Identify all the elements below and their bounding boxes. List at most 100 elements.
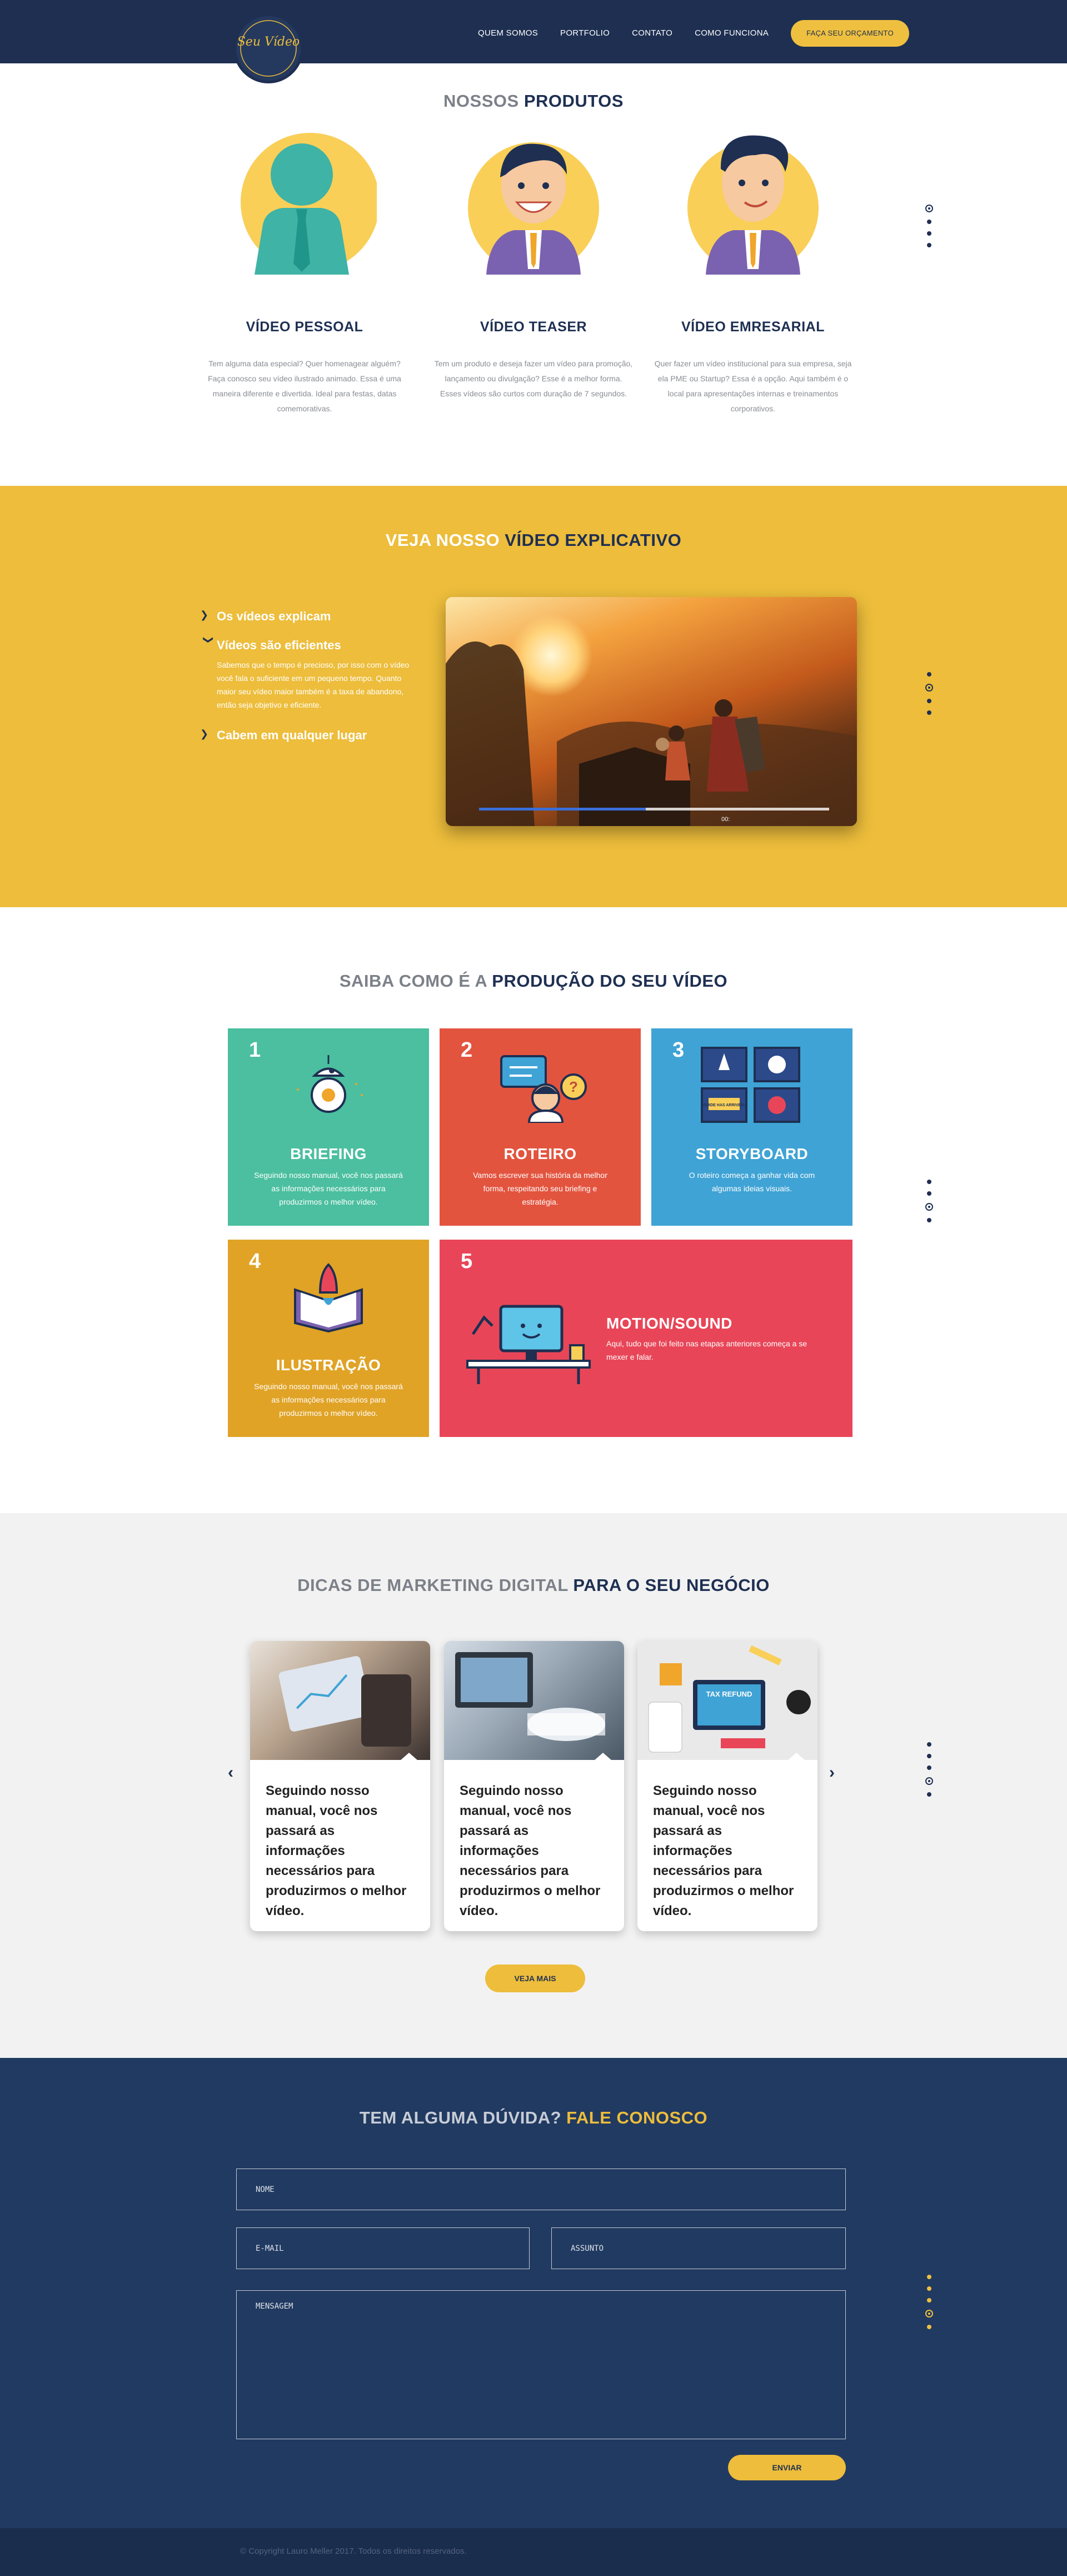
chevron-down-icon: ❯: [203, 635, 215, 644]
storyboard-icon: GUIDE HAS ARRIVED!: [701, 1047, 800, 1123]
main-nav: QUEM SOMOS PORTFOLIO CONTATO COMO FUNCIO…: [478, 20, 909, 47]
message-field[interactable]: [236, 2290, 846, 2439]
contact-section: TEM ALGUMA DÚVIDA? FALE CONOSCO ENVIAR ©…: [0, 2058, 1067, 2576]
section-dot[interactable]: [927, 243, 931, 247]
post-text: Seguindo nosso manual, você nos passará …: [653, 1783, 794, 1918]
blog-post-card[interactable]: TAX REFUND Seguindo nosso manual, você n…: [637, 1641, 817, 1931]
section-dot[interactable]: [925, 1203, 933, 1211]
tips-section: DICAS DE MARKETING DIGITAL PARA O SEU NE…: [0, 1513, 1067, 2058]
section-dots: [925, 1180, 933, 1230]
see-more-button[interactable]: VEJA MAIS: [485, 1965, 585, 1992]
cartoon-man-icon: [461, 130, 606, 275]
logo-text: Seu Vídeo: [238, 35, 299, 49]
person-avatar-icon: [232, 130, 380, 275]
step-number: 4: [249, 1250, 261, 1273]
section-dot[interactable]: [927, 672, 931, 677]
subject-field[interactable]: [551, 2227, 846, 2269]
businessman-icon: [681, 130, 825, 275]
video-player[interactable]: 00:: [446, 597, 857, 826]
section-dot[interactable]: [925, 684, 933, 692]
send-button[interactable]: ENVIAR: [728, 2455, 846, 2480]
robot-icon: [297, 1055, 363, 1113]
name-field[interactable]: [236, 2169, 846, 2210]
products-section: NOSSOS PRODUTOS VÍDEO PESSOAL Tem alguma…: [0, 63, 1067, 486]
section-dot[interactable]: [927, 2275, 931, 2279]
tax-label: TAX REFUND: [706, 1690, 752, 1698]
step-text: Aqui, tudo que foi feito nas etapas ante…: [606, 1339, 807, 1361]
step-card-storyboard: 3 GUIDE HAS ARRIVED! STORYBOARD O roteir…: [651, 1028, 852, 1226]
blog-post-card[interactable]: Seguindo nosso manual, você nos passará …: [250, 1641, 430, 1931]
section-dot[interactable]: [927, 1792, 931, 1797]
accordion-item[interactable]: ❯ Cabem em qualquer lugar: [200, 728, 422, 743]
video-thumbnail: [446, 641, 857, 826]
products-title: NOSSOS PRODUTOS: [443, 91, 624, 111]
step-title: ILUSTRAÇÃO: [276, 1356, 381, 1374]
chevron-right-icon: ❯: [200, 728, 209, 739]
section-dots: [925, 2275, 933, 2336]
svg-text:?: ?: [569, 1078, 578, 1095]
step-title: BRIEFING: [290, 1145, 367, 1162]
step-card-ilustracao: 4 ILUSTRAÇÃO Seguindo nosso manual, você…: [228, 1240, 429, 1437]
product-text: Tem alguma data especial? Quer homenagea…: [208, 359, 401, 413]
post-text: Seguindo nosso manual, você nos passará …: [266, 1783, 407, 1918]
video-progress[interactable]: [479, 808, 829, 810]
section-dot[interactable]: [927, 231, 931, 236]
chevron-right-icon[interactable]: ›: [829, 1763, 835, 1782]
product-title: VÍDEO PESSOAL: [246, 319, 363, 335]
step-text: Seguindo nosso manual, você nos passará …: [254, 1171, 403, 1206]
product-title: VÍDEO TEASER: [480, 319, 587, 335]
video-section: VEJA NOSSO VÍDEO EXPLICATIVO ❯ Os vídeos …: [0, 486, 1067, 907]
nav-contato[interactable]: CONTATO: [632, 21, 672, 46]
computer-desk-icon: [466, 1305, 591, 1384]
contact-title: TEM ALGUMA DÚVIDA? FALE CONOSCO: [359, 2108, 708, 2127]
section-dot[interactable]: [927, 1754, 931, 1758]
logo-mark: Seu Vídeo: [238, 20, 299, 77]
post-image: [250, 1641, 430, 1761]
logo[interactable]: Seu Vídeo: [233, 13, 303, 83]
quote-button[interactable]: FAÇA SEU ORÇAMENTO: [791, 20, 909, 47]
accordion-desc: Sabemos que o tempo é precioso, por isso…: [217, 660, 410, 709]
step-number: 1: [249, 1038, 261, 1062]
section-dot[interactable]: [925, 205, 933, 212]
writer-icon: ?: [500, 1055, 587, 1123]
section-dot[interactable]: [927, 710, 931, 715]
section-dot[interactable]: [925, 1777, 933, 1785]
post-image: TAX REFUND: [637, 1641, 817, 1761]
step-card-briefing: 1 BRIEFING Seguindo nosso manual, você n…: [228, 1028, 429, 1226]
section-dot[interactable]: [927, 220, 931, 224]
accordion-item-open[interactable]: ❯ Vídeos são eficientes: [200, 635, 422, 653]
step-title: STORYBOARD: [695, 1145, 809, 1162]
post-image: [444, 1641, 624, 1761]
nav-quem-somos[interactable]: QUEM SOMOS: [478, 21, 538, 46]
step-number: 5: [461, 1250, 473, 1273]
accordion-item[interactable]: ❯ Os vídeos explicam: [200, 609, 422, 624]
product-empresarial: VÍDEO EMRESARIAL Quer fazer um vídeo ins…: [653, 130, 853, 416]
step-number: 3: [672, 1038, 685, 1062]
section-dot[interactable]: [925, 2310, 933, 2318]
section-dot[interactable]: [927, 699, 931, 703]
step-text: Seguindo nosso manual, você nos passará …: [254, 1382, 403, 1418]
section-dot[interactable]: [927, 2298, 931, 2303]
copyright: © Copyright Lauro Meller 2017. Todos os …: [240, 2547, 467, 2556]
site-header: Seu Vídeo QUEM SOMOS PORTFOLIO CONTATO C…: [0, 0, 1067, 83]
nav-portfolio[interactable]: PORTFOLIO: [560, 21, 610, 46]
step-number: 2: [461, 1038, 473, 1062]
section-dot[interactable]: [927, 1191, 931, 1196]
step-text: Vamos escrever sua história da melhor fo…: [473, 1171, 607, 1206]
section-dot[interactable]: [927, 1218, 931, 1222]
nav-como-funciona[interactable]: COMO FUNCIONA: [695, 21, 769, 46]
video-time: 00:: [721, 816, 730, 823]
section-dot[interactable]: [927, 1742, 931, 1747]
post-text: Seguindo nosso manual, você nos passará …: [460, 1783, 601, 1918]
section-dot[interactable]: [927, 1180, 931, 1184]
email-field[interactable]: [236, 2227, 530, 2269]
section-dot[interactable]: [927, 2325, 931, 2329]
step-text: O roteiro começa a ganhar vida com algum…: [689, 1171, 815, 1193]
section-dots: [925, 672, 933, 722]
chevron-left-icon[interactable]: ‹: [228, 1763, 233, 1782]
section-dot[interactable]: [927, 2286, 931, 2291]
footer: © Copyright Lauro Meller 2017. Todos os …: [0, 2528, 1067, 2576]
features-accordion: ❯ Os vídeos explicam ❯ Vídeos são eficient…: [200, 609, 422, 757]
section-dot[interactable]: [927, 1766, 931, 1770]
blog-post-card[interactable]: Seguindo nosso manual, você nos passará …: [444, 1641, 624, 1931]
